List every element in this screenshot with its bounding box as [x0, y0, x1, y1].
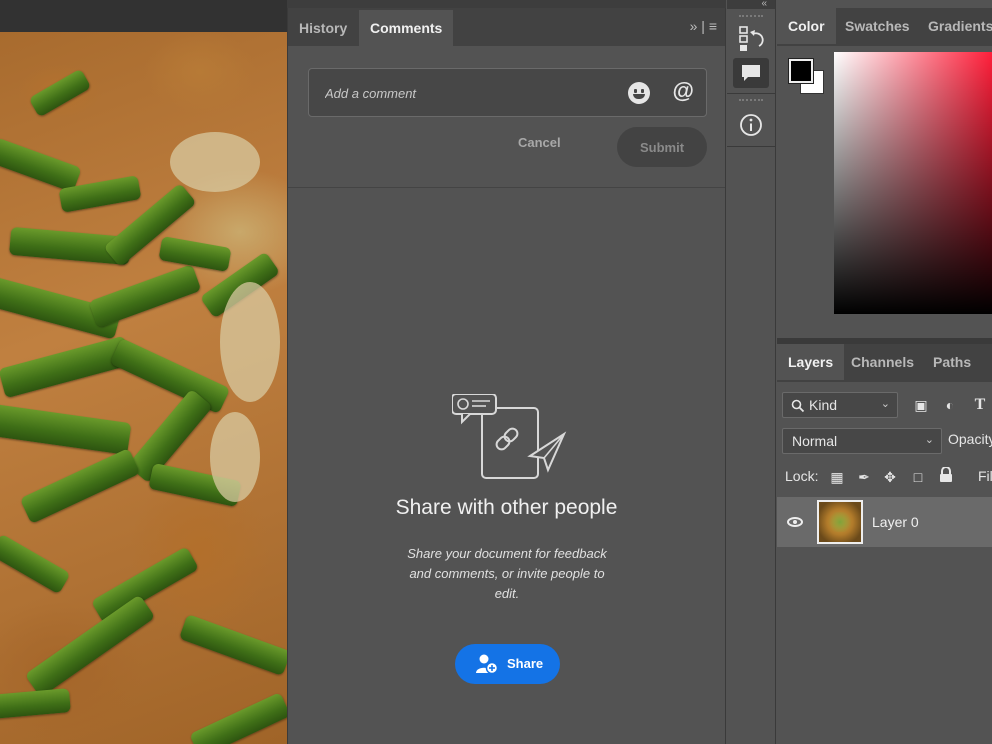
tab-history[interactable]: History: [288, 10, 358, 46]
canvas-detail: [0, 533, 71, 595]
lock-label: Lock:: [785, 468, 819, 484]
lock-brush-icon[interactable]: ✒: [855, 468, 873, 486]
layer-name[interactable]: Layer 0: [872, 514, 919, 530]
right-panels: Color Swatches Gradients Layers Channels…: [777, 0, 992, 744]
lock-transparency-icon[interactable]: ▦: [828, 468, 846, 486]
comments-panel-tabbar: History Comments » | ≡: [288, 8, 725, 46]
chevron-down-icon: ⌄: [880, 398, 890, 410]
comment-box: @: [308, 68, 707, 117]
canvas-detail: [220, 282, 280, 402]
foreground-color-swatch[interactable]: [788, 58, 814, 84]
cancel-button[interactable]: Cancel: [518, 135, 561, 150]
filter-image-icon[interactable]: ▣: [912, 396, 930, 414]
canvas-detail: [28, 68, 92, 118]
color-picker-field[interactable]: [834, 52, 992, 314]
canvas-detail: [170, 132, 260, 192]
tab-gradients[interactable]: Gradients: [917, 8, 992, 44]
canvas-detail: [178, 613, 287, 677]
comments-panel: History Comments » | ≡ @ Cancel Submit S…: [287, 8, 726, 744]
comment-input[interactable]: [325, 83, 595, 103]
opacity-label: Opacity: [948, 431, 992, 447]
blend-mode-select[interactable]: Normal ⌄: [782, 428, 942, 454]
divider: [288, 187, 725, 188]
tab-color[interactable]: Color: [777, 8, 836, 44]
visibility-eye-icon[interactable]: [787, 517, 803, 527]
history-icon[interactable]: [733, 24, 769, 54]
canvas-top-bar: [0, 0, 287, 32]
layer-thumbnail: [817, 500, 863, 544]
emoji-icon[interactable]: [628, 82, 650, 104]
panel-top-strip: [287, 0, 726, 8]
canvas-detail: [158, 236, 232, 272]
layer-row[interactable]: Layer 0: [777, 497, 992, 547]
share-description: Share your document for feedback and com…: [407, 546, 607, 601]
share-button-label: Share: [507, 656, 544, 671]
comments-icon[interactable]: [733, 58, 769, 88]
chevron-down-icon: ⌄: [924, 434, 934, 446]
layer-filter-select[interactable]: Kind ⌄: [782, 392, 898, 418]
tab-paths[interactable]: Paths: [922, 344, 982, 380]
info-icon[interactable]: [733, 110, 769, 140]
submit-button[interactable]: Submit: [617, 127, 707, 167]
share-title: Share with other people: [395, 496, 618, 519]
add-person-icon: [476, 654, 499, 675]
canvas-detail: [24, 594, 156, 698]
filter-adjustment-icon[interactable]: ◐: [941, 396, 959, 414]
tab-channels[interactable]: Channels: [840, 344, 925, 380]
canvas-detail: [0, 688, 71, 720]
tab-comments[interactable]: Comments: [359, 10, 454, 46]
blend-mode-value: Normal: [792, 433, 838, 449]
share-illustration-icon: [452, 394, 567, 479]
panel-menu-icon[interactable]: » | ≡: [690, 18, 717, 34]
lock-artboard-icon[interactable]: □: [909, 468, 927, 486]
canvas-detail: [88, 264, 202, 328]
drag-handle[interactable]: [739, 15, 763, 18]
collapse-panels-icon[interactable]: «: [727, 0, 775, 9]
lock-move-icon[interactable]: ✥: [881, 468, 899, 486]
tab-layers[interactable]: Layers: [777, 344, 845, 380]
canvas-detail: [0, 335, 132, 399]
tab-swatches[interactable]: Swatches: [834, 8, 921, 44]
canvas-detail: [19, 447, 141, 525]
drag-handle[interactable]: [739, 99, 763, 102]
canvas-detail: [210, 412, 260, 502]
filter-type-icon[interactable]: T: [971, 396, 989, 414]
canvas-detail: [109, 337, 231, 415]
panel-icon-strip: «: [727, 0, 776, 744]
search-icon: [791, 399, 805, 413]
fill-label: Fill: [978, 468, 992, 484]
mention-icon[interactable]: @: [673, 78, 694, 104]
emoji-mouth: [633, 94, 645, 99]
layer-filter-value: Kind: [809, 397, 838, 413]
share-button[interactable]: Share: [455, 644, 560, 684]
canvas-detail: [0, 137, 82, 193]
canvas-detail: [0, 401, 132, 455]
strip-separator: [727, 93, 775, 94]
photoshop-window: History Comments » | ≡ @ Cancel Submit S…: [0, 0, 992, 744]
lock-all-icon[interactable]: [937, 466, 955, 485]
document-canvas[interactable]: [0, 32, 287, 744]
strip-separator: [727, 146, 775, 147]
canvas-detail: [189, 692, 287, 744]
